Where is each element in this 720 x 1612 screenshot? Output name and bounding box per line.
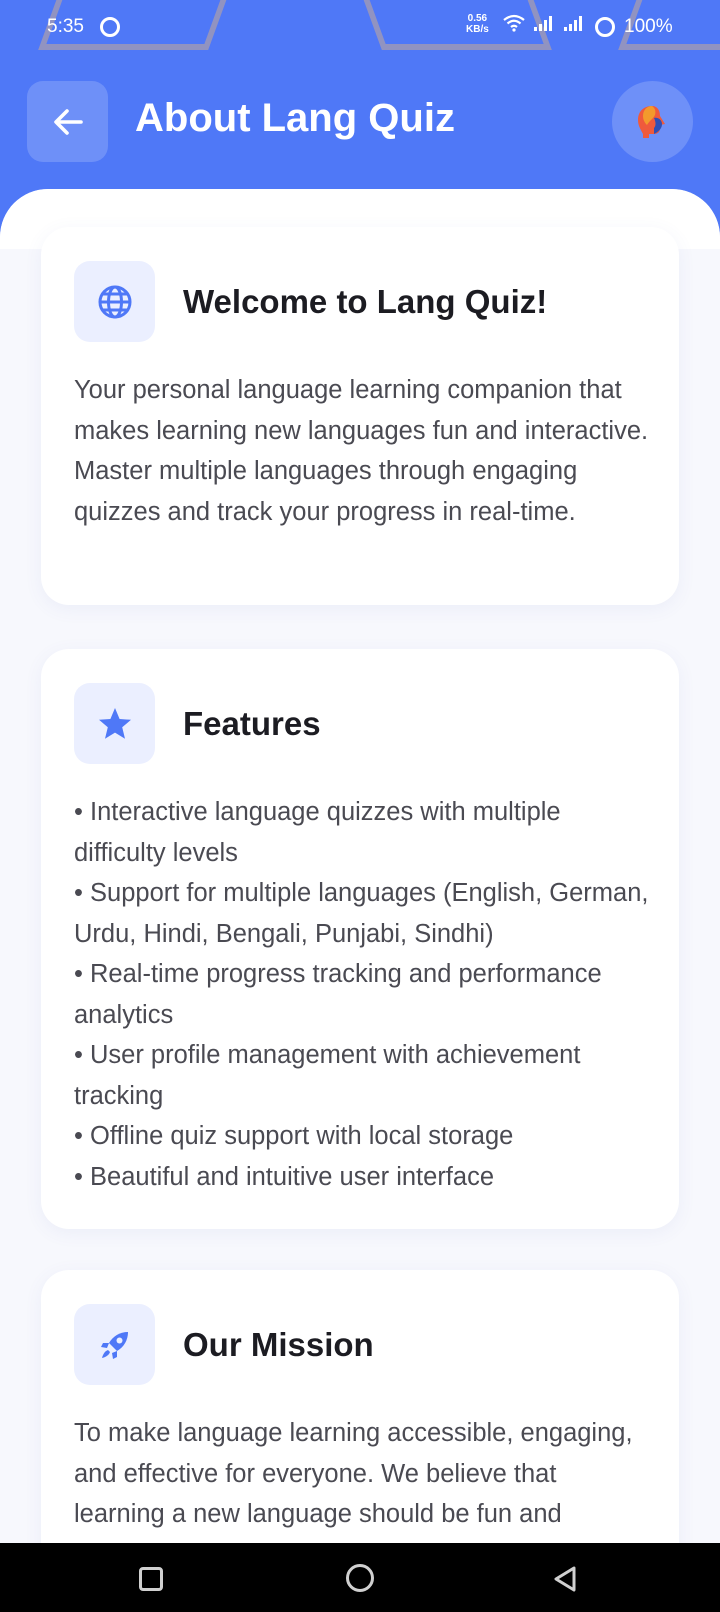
card-icon-box bbox=[74, 683, 155, 764]
triangle-back-icon bbox=[554, 1566, 576, 1592]
list-item: • Real-time progress tracking and perfor… bbox=[74, 960, 602, 1029]
card-body: To make language learning accessible, en… bbox=[74, 1419, 633, 1543]
mission-card: Our Mission To make language learning ac… bbox=[41, 1270, 679, 1543]
recent-apps-button[interactable] bbox=[139, 1567, 163, 1591]
network-speed-value: 0.56 bbox=[467, 13, 488, 24]
card-title: Features bbox=[183, 705, 321, 742]
home-button[interactable] bbox=[346, 1564, 374, 1592]
arrow-left-icon bbox=[53, 108, 83, 135]
page-title: About Lang Quiz bbox=[135, 96, 455, 140]
list-item: • Support for multiple languages (Englis… bbox=[74, 879, 649, 948]
wifi-icon bbox=[503, 14, 525, 37]
star-icon bbox=[98, 707, 131, 739]
card-icon-box bbox=[74, 1304, 155, 1385]
notification-icon bbox=[100, 17, 120, 37]
card-title: Welcome to Lang Quiz! bbox=[183, 283, 548, 320]
feature-list: • Interactive language quizzes with mult… bbox=[74, 792, 654, 1197]
app-logo-icon bbox=[637, 105, 665, 138]
welcome-card: Welcome to Lang Quiz! Your personal lang… bbox=[41, 227, 679, 605]
rocket-icon bbox=[100, 1331, 128, 1359]
avatar[interactable] bbox=[612, 81, 693, 162]
system-back-button[interactable] bbox=[552, 1565, 578, 1598]
list-item: • Offline quiz support with local storag… bbox=[74, 1122, 514, 1150]
signal-icon bbox=[533, 14, 555, 37]
back-button[interactable] bbox=[27, 81, 108, 162]
list-item: • Interactive language quizzes with mult… bbox=[74, 798, 561, 867]
network-speed: 0.56 KB/s bbox=[466, 13, 489, 35]
system-nav-bar bbox=[0, 1543, 720, 1612]
network-speed-unit: KB/s bbox=[466, 24, 489, 35]
globe-icon bbox=[98, 285, 131, 318]
battery-icon bbox=[595, 17, 615, 37]
features-card: Features • Interactive language quizzes … bbox=[41, 649, 679, 1229]
list-item: • Beautiful and intuitive user interface bbox=[74, 1162, 495, 1191]
signal-icon bbox=[563, 14, 585, 37]
card-title: Our Mission bbox=[183, 1326, 374, 1363]
status-bar: 5:35 0.56 KB/s 100% bbox=[0, 0, 720, 54]
card-body: Your personal language learning companio… bbox=[74, 376, 649, 526]
content-panel: Welcome to Lang Quiz! Your personal lang… bbox=[0, 189, 720, 1543]
card-icon-box bbox=[74, 261, 155, 342]
list-item: • User profile management with achieveme… bbox=[74, 1041, 581, 1110]
battery-level: 100% bbox=[624, 16, 673, 37]
status-time: 5:35 bbox=[47, 16, 84, 37]
